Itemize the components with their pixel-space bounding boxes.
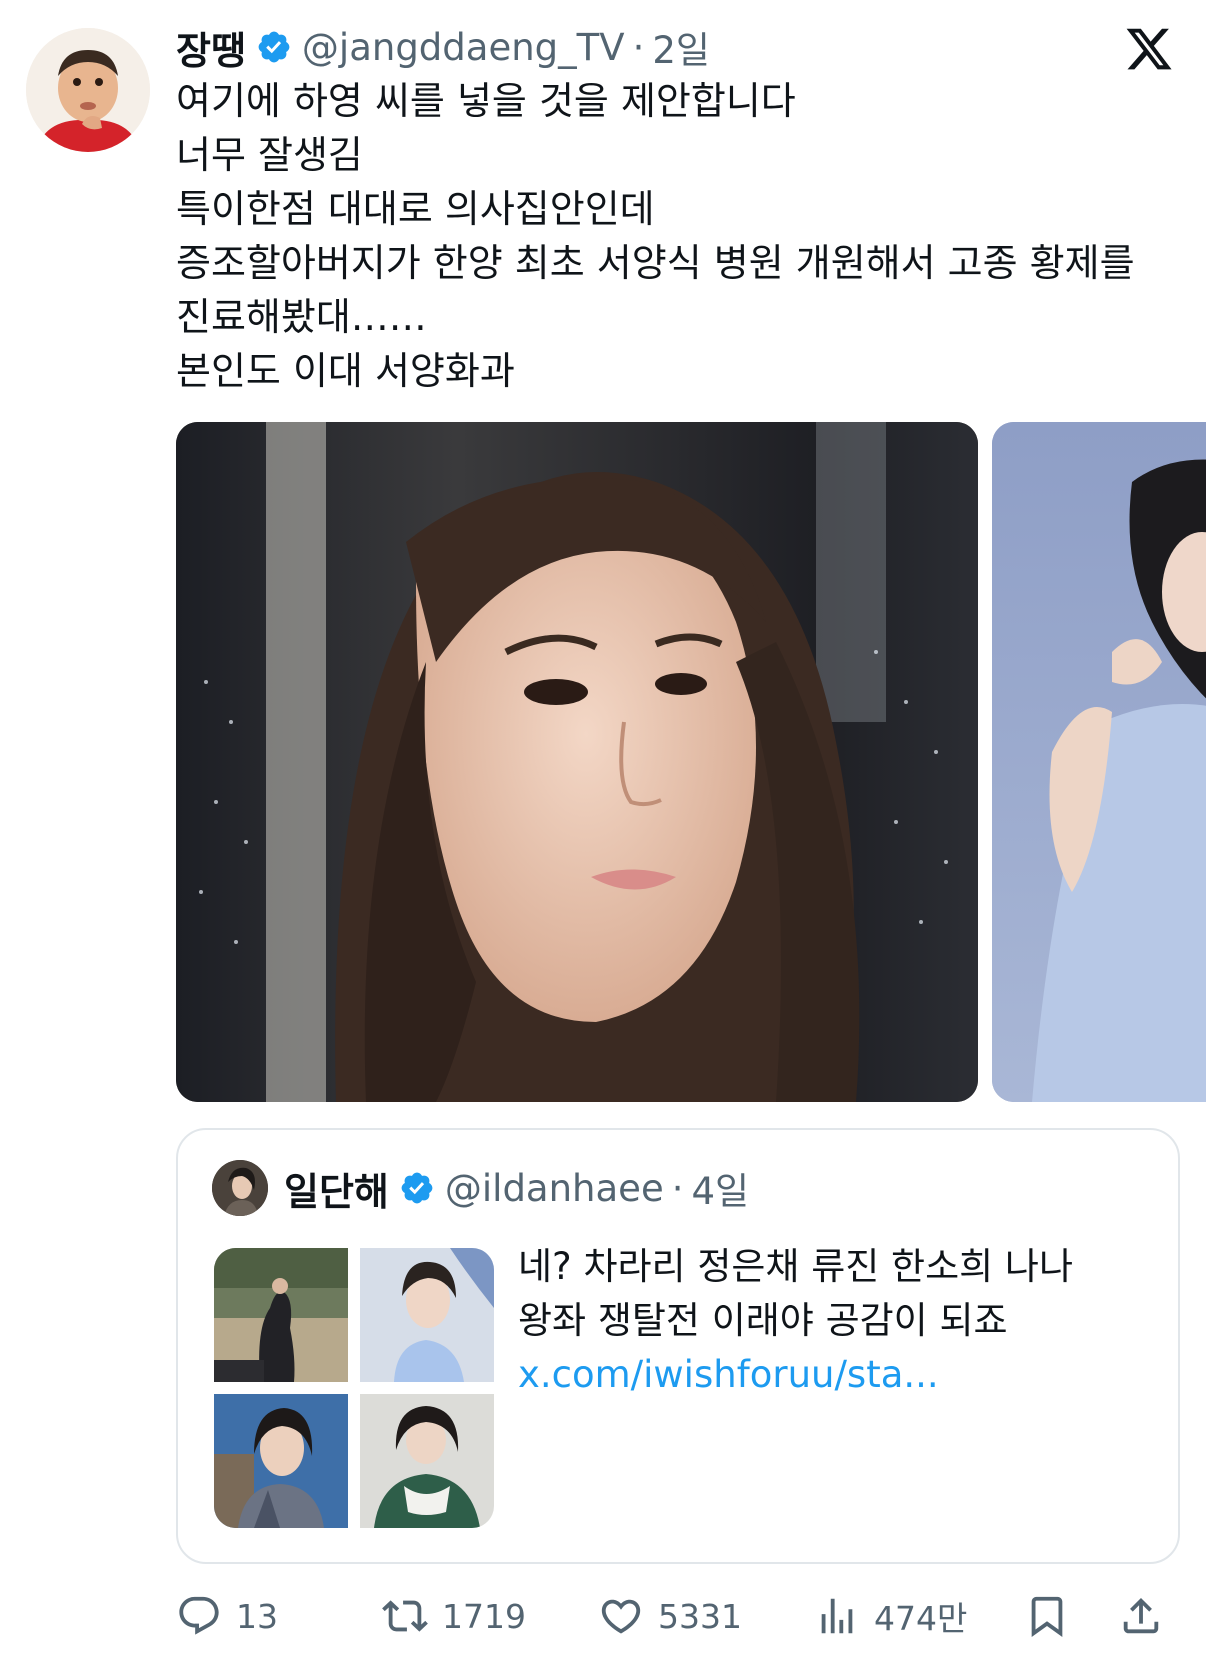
- post-text-line: 특이한점 대대로 의사집안인데: [176, 187, 655, 231]
- author-avatar[interactable]: [26, 28, 150, 152]
- verified-badge-icon: [401, 1172, 433, 1204]
- views-icon: [821, 1598, 853, 1634]
- quoted-image-1[interactable]: [214, 1248, 348, 1382]
- post-text-line: 너무 잘생김: [176, 133, 363, 177]
- verified-badge-icon: [258, 31, 290, 63]
- quoted-author-display-name[interactable]: 일단해: [284, 1161, 389, 1216]
- quoted-post-card[interactable]: 일단해 @ildanhaee · 4일 네? 차라리 정은채 류진 한소희 나나…: [176, 1128, 1180, 1564]
- action-bar: 13 1719 5331 474만: [176, 1588, 1188, 1644]
- quoted-post-header: 일단해 @ildanhaee · 4일: [212, 1160, 749, 1216]
- repost-icon: [382, 1600, 428, 1632]
- post-text-line: 진료해봤대……: [176, 295, 427, 339]
- like-button[interactable]: 5331: [598, 1588, 742, 1644]
- share-icon: [1123, 1597, 1159, 1634]
- post-text-line: 증조할아버지가 한양 최초 서양식 병원 개원해서 고종 황제를: [176, 241, 1135, 285]
- post-text-line: 본인도 이대 서양화과: [176, 349, 515, 393]
- quoted-image-2[interactable]: [360, 1248, 494, 1382]
- post-timestamp[interactable]: 2일: [652, 20, 710, 74]
- quoted-post-text-line: 왕좌 쟁탈전 이래야 공감이 되죠: [518, 1299, 1008, 1342]
- reply-count: 13: [236, 1596, 278, 1636]
- separator-dot: ·: [632, 25, 645, 69]
- bookmark-button[interactable]: [1024, 1588, 1070, 1644]
- like-count: 5331: [658, 1596, 742, 1636]
- heart-icon: [601, 1599, 641, 1634]
- post-image-2[interactable]: [992, 422, 1206, 1102]
- post-header: 장땡 @jangddaeng_TV · 2일: [176, 20, 710, 74]
- views-button[interactable]: 474만: [814, 1588, 967, 1644]
- author-handle[interactable]: @jangddaeng_TV: [302, 26, 625, 69]
- quoted-post-text: 네? 차라리 정은채 류진 한소희 나나 왕좌 쟁탈전 이래야 공감이 되죠 x…: [518, 1240, 1158, 1402]
- bookmark-icon: [1031, 1596, 1063, 1637]
- repost-button[interactable]: 1719: [382, 1588, 526, 1644]
- reply-button[interactable]: 13: [176, 1588, 278, 1644]
- quoted-image-4[interactable]: [360, 1394, 494, 1528]
- post-text-line: 여기에 하영 씨를 넣을 것을 제안합니다: [176, 79, 796, 123]
- reply-icon: [179, 1596, 219, 1635]
- quoted-post-text-line: 네? 차라리 정은채 류진 한소희 나나: [518, 1245, 1074, 1288]
- separator-dot: ·: [671, 1166, 684, 1210]
- quoted-image-3[interactable]: [214, 1394, 348, 1528]
- views-count: 474만: [874, 1599, 968, 1638]
- post-text: 여기에 하영 씨를 넣을 것을 제안합니다 너무 잘생김 특이한점 대대로 의사…: [176, 74, 1186, 398]
- share-button[interactable]: [1118, 1588, 1164, 1644]
- quoted-post-image-grid[interactable]: [214, 1248, 494, 1528]
- author-display-name[interactable]: 장땡: [176, 20, 246, 75]
- repost-count: 1719: [442, 1596, 526, 1636]
- quoted-post-link[interactable]: x.com/iwishforuu/sta...: [518, 1348, 1158, 1402]
- quoted-author-handle[interactable]: @ildanhaee: [445, 1167, 664, 1210]
- quoted-author-avatar[interactable]: [212, 1160, 268, 1216]
- quoted-post-timestamp[interactable]: 4일: [691, 1161, 749, 1215]
- post-image-1[interactable]: [176, 422, 978, 1102]
- x-logo-icon: [1126, 28, 1172, 70]
